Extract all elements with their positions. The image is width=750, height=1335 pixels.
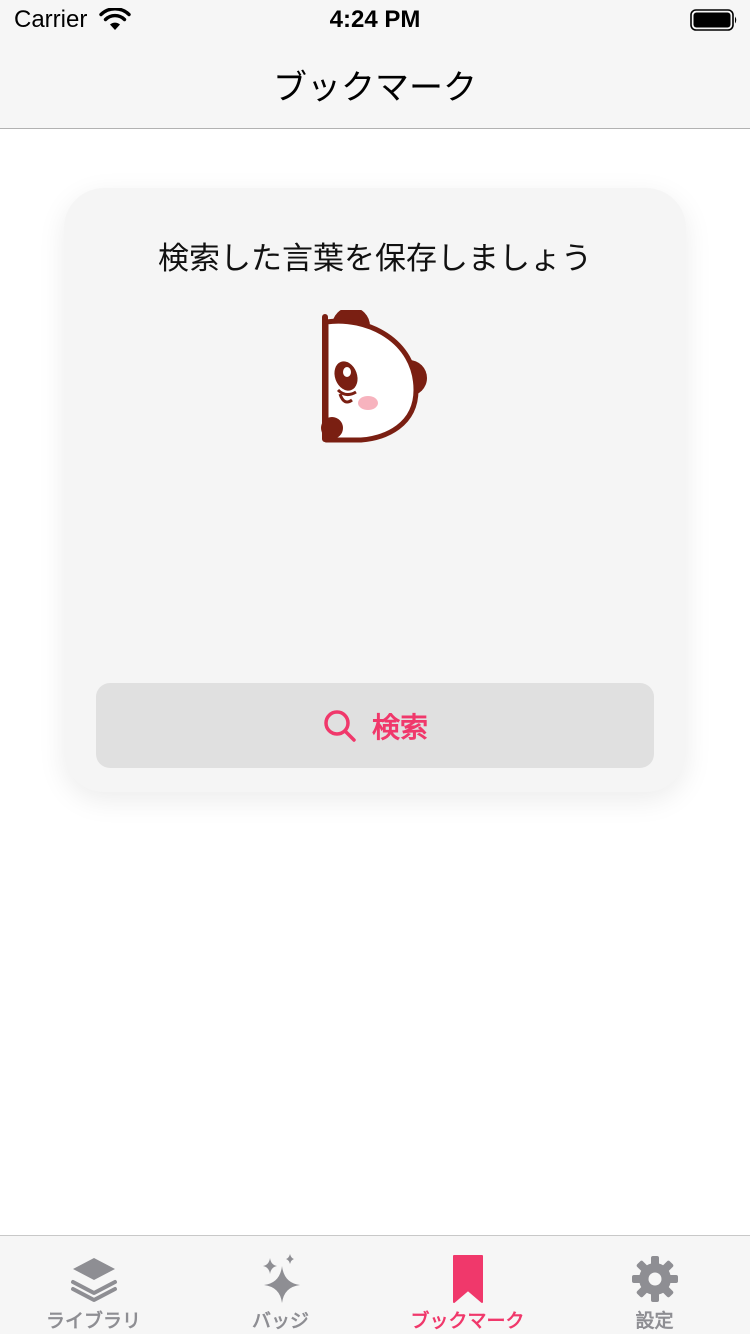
status-time: 4:24 PM [329,6,421,33]
bookmark-icon [452,1255,483,1303]
page-title: ブックマーク [273,68,477,108]
tab-label: ブックマーク [410,1310,525,1332]
tab-label: バッジ [251,1310,309,1332]
battery-icon [690,9,737,31]
tab-label: ライブラリ [45,1310,141,1332]
tab-library[interactable]: ライブラリ [0,1236,187,1335]
search-button[interactable]: 検索 [96,683,654,768]
panda-icon [321,310,427,443]
tab-badges[interactable]: バッジ [187,1236,374,1335]
navigation-bar: ブックマーク [0,40,750,129]
tab-settings[interactable]: 設定 [561,1236,748,1335]
tab-bar: ライブラリ バッジ ブックマーク 設定 [0,1235,750,1334]
sparkles-icon [262,1254,300,1303]
status-bar: Carrier 4:24 PM [0,0,750,40]
layers-icon [70,1258,117,1302]
tab-bookmarks[interactable]: ブックマーク [374,1236,561,1335]
tab-label: 設定 [635,1310,674,1332]
gear-icon [631,1256,678,1302]
empty-state-message: 検索した言葉を保存しましょう [158,241,592,277]
search-icon [324,709,356,742]
search-button-label: 検索 [371,710,428,744]
empty-state-card: 検索した言葉を保存しましょう 検索 [64,188,686,792]
